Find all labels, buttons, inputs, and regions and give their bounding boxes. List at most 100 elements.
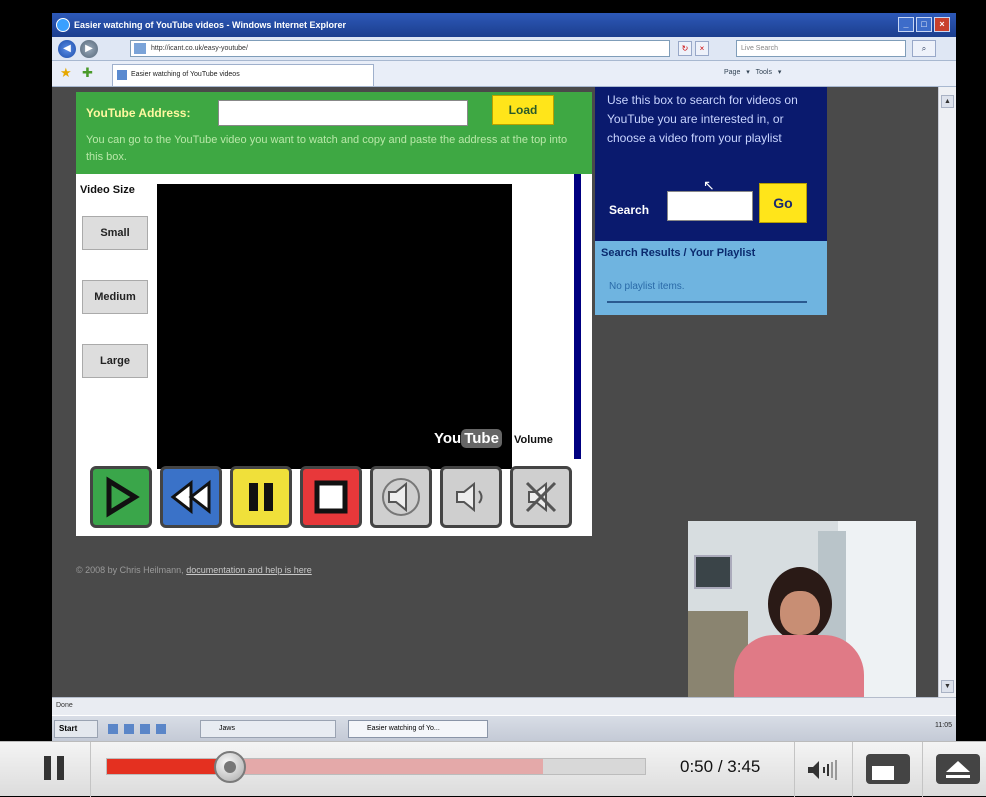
- time-display: 0:50 / 3:45: [680, 757, 761, 776]
- volume-down-button[interactable]: [370, 466, 432, 528]
- search-panel: Use this box to search for videos on You…: [595, 87, 827, 241]
- page-footer: © 2008 by Chris Heilmann, documentation …: [76, 565, 312, 575]
- youtube-logo-you: You: [434, 430, 462, 447]
- results-divider: [607, 301, 807, 303]
- speaker-quiet-icon: [382, 478, 420, 516]
- pause-button[interactable]: [230, 466, 292, 528]
- video-area[interactable]: [157, 184, 512, 469]
- minimize-button[interactable]: _: [898, 17, 914, 32]
- webcam-monitor: [694, 555, 732, 589]
- tab-easier-watching[interactable]: Easier watching of YouTube videos: [112, 64, 374, 86]
- load-button[interactable]: Load: [492, 95, 554, 125]
- stop-square-icon: [314, 480, 348, 514]
- size-small-button[interactable]: Small: [82, 216, 148, 250]
- youtube-logo: You Tube: [434, 429, 502, 448]
- control-separator: [852, 742, 853, 797]
- refresh-icon[interactable]: ↻: [678, 41, 692, 56]
- status-bar: Done: [52, 697, 956, 715]
- webcam-overlay: [688, 521, 916, 697]
- add-favorites-icon[interactable]: ✚: [82, 66, 96, 80]
- volume-label: Volume: [514, 434, 553, 446]
- expand-icon[interactable]: [936, 754, 980, 784]
- quick-launch-icon[interactable]: [156, 724, 166, 734]
- scroll-down-icon[interactable]: ▼: [941, 680, 954, 693]
- quick-launch: [108, 724, 166, 734]
- windows-taskbar: Start Jaws Easier watching of Yo... 11:0…: [52, 715, 956, 741]
- close-button[interactable]: ×: [934, 17, 950, 32]
- taskbar-item-jaws[interactable]: Jaws: [200, 720, 336, 738]
- search-label: Search: [609, 203, 650, 217]
- forward-icon[interactable]: ▶: [80, 40, 98, 58]
- video-size-label: Video Size: [80, 184, 135, 196]
- size-medium-button[interactable]: Medium: [82, 280, 148, 314]
- footer-copyright: © 2008 by Chris Heilmann,: [76, 565, 184, 575]
- tab-bar: ★ ✚ Easier watching of YouTube videos Pa…: [52, 61, 956, 87]
- play-icon: [106, 476, 140, 518]
- video-stage: Easier watching of YouTube videos - Wind…: [0, 0, 986, 797]
- address-help-text: You can go to the YouTube video you want…: [86, 134, 568, 163]
- footer-help-link[interactable]: documentation and help is here: [186, 565, 312, 575]
- webcam-person-face: [780, 591, 820, 635]
- ie-logo-icon: [56, 18, 70, 32]
- player-box: Video Size Small Medium Large You Tube Vo…: [76, 174, 592, 536]
- rewind-button[interactable]: [160, 466, 222, 528]
- speaker-loud-icon: [456, 481, 483, 513]
- page-icon: [134, 43, 146, 54]
- youtube-address-label: YouTube Address:: [86, 106, 191, 120]
- window-title: Easier watching of YouTube videos - Wind…: [74, 20, 346, 30]
- screen-recording: Easier watching of YouTube videos - Wind…: [52, 13, 956, 741]
- scrubber-handle[interactable]: [214, 751, 247, 783]
- url-text: http://icant.co.uk/easy-youtube/: [151, 45, 248, 52]
- taskbar-item-ie[interactable]: Easier watching of Yo...: [348, 720, 488, 738]
- back-icon[interactable]: ◀: [58, 40, 76, 58]
- search-help-text: Use this box to search for videos on You…: [607, 93, 798, 145]
- scroll-up-icon[interactable]: ▲: [941, 95, 954, 108]
- quick-launch-icon[interactable]: [124, 724, 134, 734]
- size-large-button[interactable]: Large: [82, 344, 148, 378]
- results-panel: Search Results / Your Playlist No playli…: [595, 241, 827, 315]
- url-field[interactable]: http://icant.co.uk/easy-youtube/: [130, 40, 670, 57]
- mute-button[interactable]: [510, 466, 572, 528]
- favorites-star-icon[interactable]: ★: [60, 66, 74, 80]
- volume-icon[interactable]: [806, 758, 842, 782]
- youtube-logo-tube: Tube: [461, 429, 502, 448]
- youtube-player-controls: 0:50 / 3:45: [0, 741, 986, 797]
- youtube-address-panel: YouTube Address: Load You can go to the …: [76, 92, 592, 174]
- player-size-icon[interactable]: [866, 754, 910, 784]
- stop-icon[interactable]: ×: [695, 41, 709, 56]
- live-search-input[interactable]: Live Search: [736, 40, 906, 57]
- volume-up-button[interactable]: [440, 466, 502, 528]
- results-title: Search Results / Your Playlist: [601, 247, 756, 259]
- system-clock: 11:05: [935, 722, 952, 729]
- maximize-button[interactable]: □: [916, 17, 932, 32]
- pause-icon: [249, 483, 273, 511]
- tab-page-icon: [117, 70, 127, 80]
- ie-title-bar: Easier watching of YouTube videos - Wind…: [52, 13, 956, 37]
- page-scrollbar[interactable]: ▲ ▼: [938, 87, 956, 697]
- tab-label: Easier watching of YouTube videos: [131, 71, 240, 78]
- control-separator: [922, 742, 923, 797]
- play-button[interactable]: [90, 466, 152, 528]
- progress-track[interactable]: [106, 751, 646, 783]
- webcam-person-body: [734, 635, 864, 697]
- player-pause-icon[interactable]: [42, 756, 68, 782]
- search-icon[interactable]: ⌕: [912, 40, 936, 57]
- youtube-address-input[interactable]: [218, 100, 468, 126]
- duration: 3:45: [727, 757, 761, 776]
- control-separator: [90, 742, 91, 797]
- command-bar-tools[interactable]: Page ▾ Tools ▾: [724, 68, 781, 76]
- go-button[interactable]: Go: [759, 183, 807, 223]
- stop-button[interactable]: [300, 466, 362, 528]
- control-separator: [794, 742, 795, 797]
- mouse-cursor-icon: ↖: [703, 177, 715, 193]
- quick-launch-icon[interactable]: [108, 724, 118, 734]
- current-time: 0:50: [680, 757, 714, 776]
- volume-bar[interactable]: [574, 174, 581, 459]
- speaker-mute-icon: [525, 481, 557, 513]
- start-button[interactable]: Start: [54, 720, 98, 738]
- rewind-icon: [170, 479, 211, 515]
- quick-launch-icon[interactable]: [140, 724, 150, 734]
- address-bar: ◀ ▶ http://icant.co.uk/easy-youtube/ ↻ ×…: [52, 37, 956, 61]
- search-input[interactable]: [667, 191, 753, 221]
- played-bar: [107, 759, 231, 774]
